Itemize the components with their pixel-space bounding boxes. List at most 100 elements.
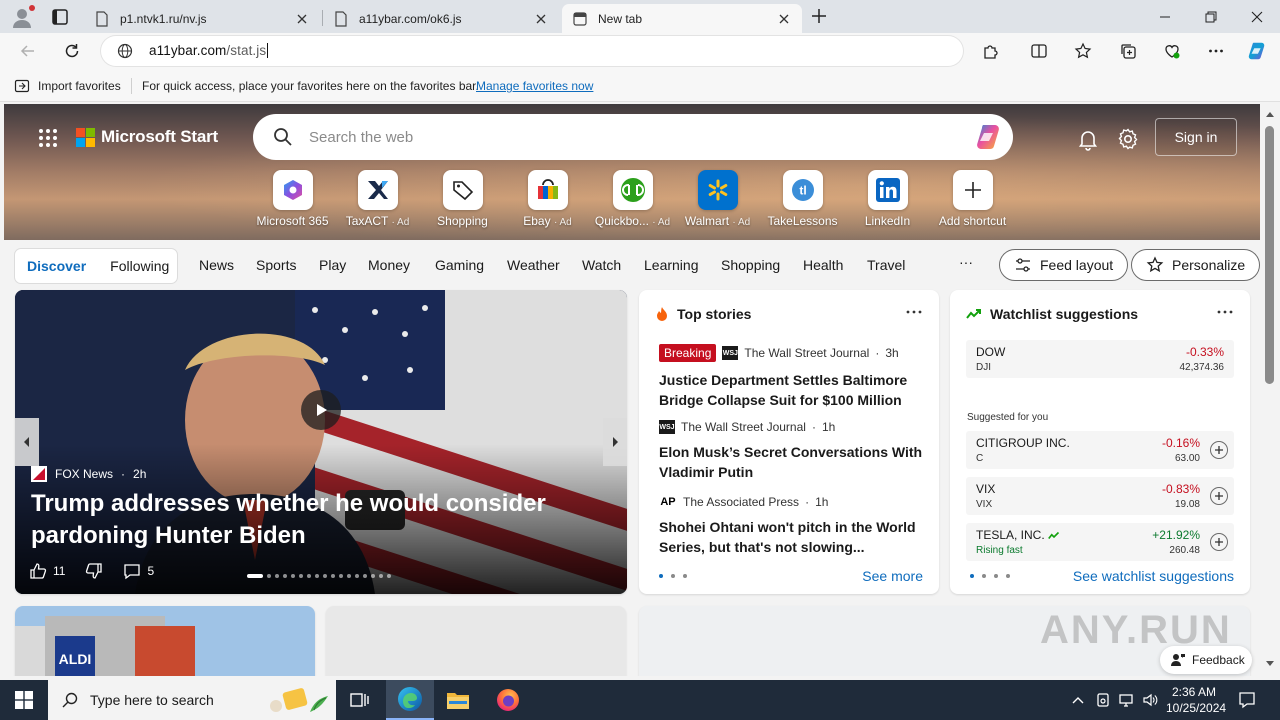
copilot-icon[interactable] [973, 122, 1003, 152]
web-search-box[interactable] [253, 114, 1013, 160]
page-dot[interactable] [1006, 574, 1010, 578]
carousel-dot[interactable] [323, 574, 327, 578]
taskbar-clock[interactable]: 2:36 AM 10/25/2024 [1166, 684, 1226, 716]
nav-more-button[interactable]: ··· [959, 254, 973, 270]
nav-weather[interactable]: Weather [507, 257, 560, 273]
manage-favorites-link[interactable]: Manage favorites now [476, 79, 593, 93]
story-title[interactable]: Elon Musk’s Secret Conversations With Vl… [659, 442, 927, 482]
taskbar-search[interactable]: Type here to search [48, 680, 336, 720]
refresh-button[interactable] [61, 40, 83, 62]
carousel-prev-button[interactable] [15, 418, 39, 466]
see-watchlist-link[interactable]: See watchlist suggestions [1073, 568, 1234, 584]
tab-1[interactable]: p1.ntvk1.ru/nv.js [84, 4, 320, 33]
page-dot[interactable] [671, 574, 675, 578]
microsoft-start-logo[interactable]: Microsoft Start [76, 127, 218, 147]
back-button[interactable] [17, 40, 39, 62]
carousel-dot[interactable] [299, 574, 303, 578]
thumbs-down-icon[interactable] [85, 562, 103, 580]
carousel-dot[interactable] [331, 574, 335, 578]
carousel-dot[interactable] [371, 574, 375, 578]
taskbar-edge[interactable] [386, 680, 434, 720]
browser-essentials-button[interactable] [1161, 40, 1183, 62]
story-item[interactable]: Breaking WSJ The Wall Street Journal · 3… [659, 344, 927, 410]
taskbar-file-explorer[interactable] [434, 680, 482, 720]
carousel-dot[interactable] [291, 574, 295, 578]
carousel-dot[interactable] [387, 574, 391, 578]
add-to-watchlist-button[interactable] [1210, 487, 1228, 505]
close-window-button[interactable] [1234, 0, 1280, 33]
quote-row[interactable]: TESLA, INC. Rising fast +21.92% 260.48 [966, 523, 1234, 561]
close-icon[interactable] [776, 11, 792, 27]
restore-button[interactable] [1188, 0, 1234, 33]
nav-learning[interactable]: Learning [644, 257, 699, 273]
minimize-button[interactable] [1142, 0, 1188, 33]
nav-travel[interactable]: Travel [867, 257, 905, 273]
close-icon[interactable] [533, 11, 549, 27]
notifications-button[interactable] [1076, 127, 1100, 151]
extensions-button[interactable] [980, 40, 1002, 62]
page-dot[interactable] [970, 574, 974, 578]
carousel-dot[interactable] [267, 574, 271, 578]
tab-3-active[interactable]: New tab [562, 4, 802, 33]
search-input[interactable] [309, 126, 909, 148]
taskbar-firefox[interactable] [484, 680, 532, 720]
close-icon[interactable] [294, 11, 310, 27]
favorites-button[interactable] [1072, 40, 1094, 62]
quote-row[interactable]: CITIGROUP INC. C -0.16% 63.00 [966, 431, 1234, 469]
copilot-button[interactable] [1246, 40, 1268, 62]
page-dot[interactable] [982, 574, 986, 578]
add-to-watchlist-button[interactable] [1210, 441, 1228, 459]
shortcut-quickbooks[interactable]: Quickbo... · Ad [590, 170, 675, 228]
ellipsis-icon[interactable] [903, 304, 925, 320]
scroll-up-icon[interactable] [1265, 110, 1275, 118]
tab-following[interactable]: Following [98, 258, 181, 274]
carousel-next-button[interactable] [603, 418, 627, 466]
carousel-dot[interactable] [275, 574, 279, 578]
collections-button[interactable] [1117, 40, 1139, 62]
nav-gaming[interactable]: Gaming [435, 257, 484, 273]
story-item[interactable]: WSJ The Wall Street Journal · 1h Elon Mu… [659, 420, 927, 482]
tab-2[interactable]: a11ybar.com/ok6.js [323, 4, 559, 33]
story-title[interactable]: Justice Department Settles Baltimore Bri… [659, 370, 927, 410]
tray-meet-icon[interactable] [1094, 691, 1112, 709]
shortcut-takelessons[interactable]: tl TakeLessons [760, 170, 845, 228]
story-card-placeholder[interactable] [326, 606, 626, 676]
page-dot[interactable] [659, 574, 663, 578]
carousel-dot[interactable] [347, 574, 351, 578]
profile-avatar[interactable] [10, 5, 35, 29]
story-title[interactable]: Shohei Ohtani won't pitch in the World S… [659, 517, 927, 557]
carousel-dot[interactable] [363, 574, 367, 578]
page-settings-button[interactable] [1116, 127, 1140, 151]
feed-layout-button[interactable]: Feed layout [999, 249, 1129, 281]
tab-discover[interactable]: Discover [15, 258, 98, 274]
personalize-button[interactable]: Personalize [1131, 249, 1260, 281]
settings-more-button[interactable] [1205, 40, 1227, 62]
nav-watch[interactable]: Watch [582, 257, 621, 273]
show-hidden-icons-button[interactable] [1069, 691, 1087, 709]
ellipsis-icon[interactable] [1214, 304, 1236, 320]
task-view-button[interactable] [336, 680, 384, 720]
nav-health[interactable]: Health [803, 257, 843, 273]
story-card[interactable]: ALDI [15, 606, 315, 676]
carousel-dot[interactable] [315, 574, 319, 578]
hero-story-card[interactable]: FOX News · 2h Trump addresses whether he… [15, 290, 627, 594]
address-bar[interactable]: a11ybar.com/stat.js [101, 36, 963, 66]
tab-actions-button[interactable] [50, 7, 70, 27]
nav-shopping[interactable]: Shopping [721, 257, 780, 273]
shortcut-microsoft-365[interactable]: Microsoft 365 [250, 170, 335, 228]
quote-row[interactable]: VIX VIX -0.83% 19.08 [966, 477, 1234, 515]
comment-icon[interactable] [123, 562, 141, 580]
carousel-dot[interactable] [307, 574, 311, 578]
shortcut-walmart[interactable]: Walmart · Ad [675, 170, 760, 228]
index-quote-row[interactable]: DOW DJI -0.33% 42,374.36 [966, 340, 1234, 378]
url-text[interactable]: a11ybar.com/stat.js [149, 43, 269, 58]
shortcut-ebay[interactable]: Ebay · Ad [505, 170, 590, 228]
nav-money[interactable]: Money [368, 257, 410, 273]
scroll-down-icon[interactable] [1265, 660, 1275, 668]
carousel-dot[interactable] [339, 574, 343, 578]
add-shortcut-button[interactable]: Add shortcut [930, 170, 1015, 228]
play-video-button[interactable] [301, 390, 341, 430]
notification-center-button[interactable] [1238, 691, 1256, 709]
app-launcher-button[interactable] [38, 128, 58, 148]
tray-volume-icon[interactable] [1141, 691, 1159, 709]
